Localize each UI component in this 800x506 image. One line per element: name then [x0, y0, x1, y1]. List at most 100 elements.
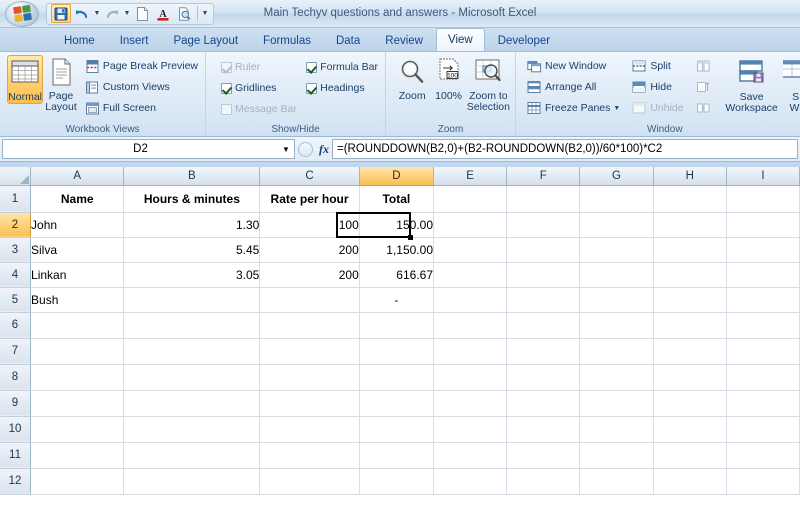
cell-i5[interactable] [726, 287, 799, 312]
cell-a6[interactable] [31, 312, 124, 338]
cell-i9[interactable] [726, 390, 799, 416]
name-box[interactable]: D2 ▼ [2, 139, 295, 159]
view-side-by-side-button[interactable] [694, 56, 713, 76]
row-header-9[interactable]: 9 [0, 390, 31, 416]
name-box-dropdown-icon[interactable]: ▼ [278, 145, 294, 154]
cell-c5[interactable] [260, 287, 359, 312]
column-header-d[interactable]: D [359, 167, 433, 185]
cell-b7[interactable] [124, 338, 260, 364]
redo-dropdown-icon[interactable]: ▼ [123, 10, 131, 17]
select-all-corner[interactable] [0, 167, 31, 185]
cell-f11[interactable] [507, 442, 580, 468]
cell-g9[interactable] [580, 390, 653, 416]
save-workspace-button[interactable]: Save Workspace [723, 56, 781, 114]
formula-bar-checkbox-row[interactable]: Formula Bar [304, 57, 380, 77]
undo-dropdown-icon[interactable]: ▼ [93, 10, 101, 17]
tab-insert[interactable]: Insert [108, 30, 161, 51]
row-header-6[interactable]: 6 [0, 312, 31, 338]
tab-developer[interactable]: Developer [486, 30, 562, 51]
cell-d4[interactable]: 616.67 [359, 262, 433, 287]
cell-i10[interactable] [726, 416, 799, 442]
cell-f12[interactable] [507, 468, 580, 494]
insert-function-icon[interactable]: fx [319, 142, 329, 157]
column-header-e[interactable]: E [434, 167, 507, 185]
column-header-h[interactable]: H [653, 167, 726, 185]
cell-g6[interactable] [580, 312, 653, 338]
zoom-to-selection-button[interactable]: Zoom to Selection [467, 55, 510, 113]
cell-f1[interactable] [507, 185, 580, 212]
cell-e4[interactable] [434, 262, 507, 287]
cell-a3[interactable]: Silva [31, 237, 124, 262]
cell-i6[interactable] [726, 312, 799, 338]
font-color-icon[interactable]: A [153, 4, 173, 23]
cell-c9[interactable] [260, 390, 359, 416]
cell-d2[interactable]: 150.00 [359, 212, 433, 237]
page-layout-button[interactable]: Page Layout [43, 55, 79, 113]
row-header-3[interactable]: 3 [0, 237, 31, 262]
cell-i3[interactable] [726, 237, 799, 262]
new-document-icon[interactable] [132, 4, 152, 23]
save-icon[interactable] [51, 4, 71, 23]
cell-i1[interactable] [726, 185, 799, 212]
cell-e6[interactable] [434, 312, 507, 338]
cell-a5[interactable]: Bush [31, 287, 124, 312]
cell-e9[interactable] [434, 390, 507, 416]
cell-a1[interactable]: Name [31, 185, 124, 212]
row-header-5[interactable]: 5 [0, 287, 31, 312]
cell-g4[interactable] [580, 262, 653, 287]
custom-views-button[interactable]: Custom Views [83, 77, 200, 97]
cell-h6[interactable] [653, 312, 726, 338]
cell-e3[interactable] [434, 237, 507, 262]
cell-i12[interactable] [726, 468, 799, 494]
cell-b5[interactable] [124, 287, 260, 312]
cell-c6[interactable] [260, 312, 359, 338]
cell-d10[interactable] [359, 416, 433, 442]
cell-f4[interactable] [507, 262, 580, 287]
zoom-button[interactable]: Zoom [394, 55, 430, 102]
column-header-b[interactable]: B [124, 167, 260, 185]
cell-b4[interactable]: 3.05 [124, 262, 260, 287]
cell-b12[interactable] [124, 468, 260, 494]
cell-g2[interactable] [580, 212, 653, 237]
cell-g7[interactable] [580, 338, 653, 364]
formula-input[interactable]: =(ROUNDDOWN(B2,0)+(B2-ROUNDDOWN(B2,0))/6… [332, 139, 798, 159]
tab-formulas[interactable]: Formulas [251, 30, 323, 51]
cell-a11[interactable] [31, 442, 124, 468]
normal-view-button[interactable]: Normal [7, 55, 43, 104]
row-header-7[interactable]: 7 [0, 338, 31, 364]
gridlines-checkbox-row[interactable]: Gridlines [219, 78, 300, 98]
formula-bar-checkbox[interactable] [306, 62, 317, 73]
cell-c4[interactable]: 200 [260, 262, 359, 287]
cell-b6[interactable] [124, 312, 260, 338]
cell-h4[interactable] [653, 262, 726, 287]
row-header-10[interactable]: 10 [0, 416, 31, 442]
row-header-4[interactable]: 4 [0, 262, 31, 287]
split-button[interactable]: Split [630, 56, 685, 76]
cell-h7[interactable] [653, 338, 726, 364]
full-screen-button[interactable]: Full Screen [83, 98, 200, 118]
row-header-11[interactable]: 11 [0, 442, 31, 468]
row-header-2[interactable]: 2 [0, 212, 31, 237]
cell-d3[interactable]: 1,150.00 [359, 237, 433, 262]
cell-a4[interactable]: Linkan [31, 262, 124, 287]
cell-f6[interactable] [507, 312, 580, 338]
cell-a9[interactable] [31, 390, 124, 416]
cell-g8[interactable] [580, 364, 653, 390]
cell-d12[interactable] [359, 468, 433, 494]
cell-h8[interactable] [653, 364, 726, 390]
column-header-c[interactable]: C [260, 167, 359, 185]
cell-b3[interactable]: 5.45 [124, 237, 260, 262]
cell-f5[interactable] [507, 287, 580, 312]
fill-handle[interactable] [408, 235, 413, 240]
cell-d5[interactable]: - [359, 287, 433, 312]
hide-window-button[interactable]: Hide [630, 77, 685, 97]
column-header-i[interactable]: I [726, 167, 799, 185]
zoom-100-button[interactable]: 100 100% [430, 55, 466, 102]
cell-c7[interactable] [260, 338, 359, 364]
cell-h9[interactable] [653, 390, 726, 416]
cell-d8[interactable] [359, 364, 433, 390]
cell-e10[interactable] [434, 416, 507, 442]
cell-b10[interactable] [124, 416, 260, 442]
cell-g12[interactable] [580, 468, 653, 494]
freeze-panes-button[interactable]: Freeze Panes ▼ [525, 98, 622, 118]
